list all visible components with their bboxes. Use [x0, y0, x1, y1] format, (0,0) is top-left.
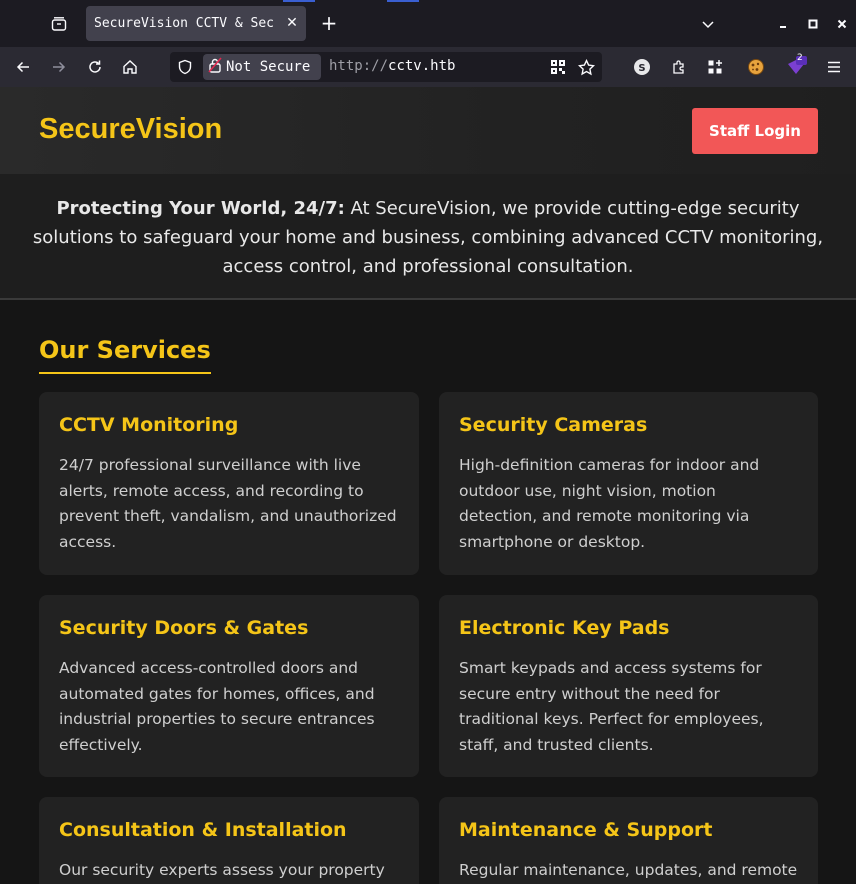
- intro-bold: Protecting Your World, 24/7:: [56, 198, 345, 219]
- home-icon[interactable]: [118, 55, 142, 79]
- close-window-icon[interactable]: [830, 12, 854, 36]
- back-icon[interactable]: [11, 55, 35, 79]
- minimize-icon[interactable]: [771, 12, 795, 36]
- url-protocol: http://: [329, 58, 389, 74]
- hamburger-menu-icon[interactable]: [822, 55, 846, 79]
- tracking-protection-shield-icon[interactable]: [177, 59, 193, 79]
- service-card: Consultation & Installation Our security…: [39, 797, 419, 884]
- site-logo[interactable]: SecureVision: [39, 113, 222, 146]
- service-title: Security Doors & Gates: [59, 617, 309, 639]
- service-card: Maintenance & Support Regular maintenanc…: [439, 797, 818, 884]
- extensions-puzzle-icon[interactable]: [667, 55, 691, 79]
- apps-grid-icon[interactable]: [703, 55, 727, 79]
- account-avatar-icon[interactable]: S: [630, 55, 654, 79]
- tab-strip-accent: [387, 0, 419, 2]
- cookie-extension-icon[interactable]: [744, 55, 768, 79]
- new-tab-icon[interactable]: +: [317, 12, 341, 36]
- intro-text: Protecting Your World, 24/7: At SecureVi…: [20, 194, 836, 281]
- services-heading: Our Services: [39, 336, 211, 374]
- reload-icon[interactable]: [83, 55, 107, 79]
- tab-title: SecureVision CCTV & Sec: [94, 16, 275, 31]
- service-card: Security Doors & Gates Advanced access-c…: [39, 595, 419, 777]
- staff-login-button[interactable]: Staff Login: [692, 108, 818, 154]
- extension-badge-count: 2: [797, 53, 803, 63]
- close-tab-icon[interactable]: ✕: [284, 15, 300, 31]
- svg-text:S: S: [638, 63, 645, 74]
- extension-badge-icon[interactable]: 2: [784, 53, 808, 79]
- site-security-indicator[interactable]: Not Secure: [203, 54, 321, 80]
- service-title: Electronic Key Pads: [459, 617, 670, 639]
- intro-banner: Protecting Your World, 24/7: At SecureVi…: [0, 174, 856, 300]
- tab-strip-accent: [283, 0, 315, 2]
- service-description: Advanced access-controlled doors and aut…: [59, 659, 375, 754]
- qr-code-icon[interactable]: [549, 58, 567, 76]
- bookmark-star-icon[interactable]: [577, 58, 595, 76]
- site-header: SecureVision Staff Login: [0, 87, 856, 174]
- address-bar[interactable]: Not Secure http://cctv.htb: [170, 52, 602, 82]
- list-all-tabs-icon[interactable]: [696, 12, 720, 36]
- service-description: Regular maintenance, updates, and remote: [459, 861, 798, 879]
- tab-bar: SecureVision CCTV & Sec ✕ +: [0, 0, 856, 47]
- service-card: Security Cameras High-definition cameras…: [439, 392, 818, 575]
- service-title: Maintenance & Support: [459, 819, 713, 841]
- active-tab[interactable]: SecureVision CCTV & Sec ✕: [86, 6, 306, 41]
- maximize-icon[interactable]: [801, 12, 825, 36]
- url-host: cctv.htb: [388, 58, 456, 74]
- service-title: CCTV Monitoring: [59, 414, 239, 436]
- service-description: 24/7 professional surveillance with live…: [59, 456, 397, 551]
- service-title: Security Cameras: [459, 414, 648, 436]
- service-card: CCTV Monitoring 24/7 professional survei…: [39, 392, 419, 575]
- service-title: Consultation & Installation: [59, 819, 347, 841]
- security-label: Not Secure: [226, 59, 311, 75]
- service-card: Electronic Key Pads Smart keypads and ac…: [439, 595, 818, 777]
- page-content: SecureVision Staff Login Protecting Your…: [0, 87, 856, 884]
- forward-icon[interactable]: [47, 55, 71, 79]
- navigation-toolbar: Not Secure http://cctv.htb S 2: [0, 47, 856, 87]
- service-description: Our security experts assess your propert…: [59, 861, 385, 879]
- service-description: High-definition cameras for indoor and o…: [459, 456, 760, 551]
- tab-manager-icon[interactable]: [46, 11, 72, 37]
- url-text[interactable]: http://cctv.htb: [329, 58, 455, 74]
- service-description: Smart keypads and access systems for sec…: [459, 659, 764, 754]
- insecure-lock-icon: [208, 57, 222, 77]
